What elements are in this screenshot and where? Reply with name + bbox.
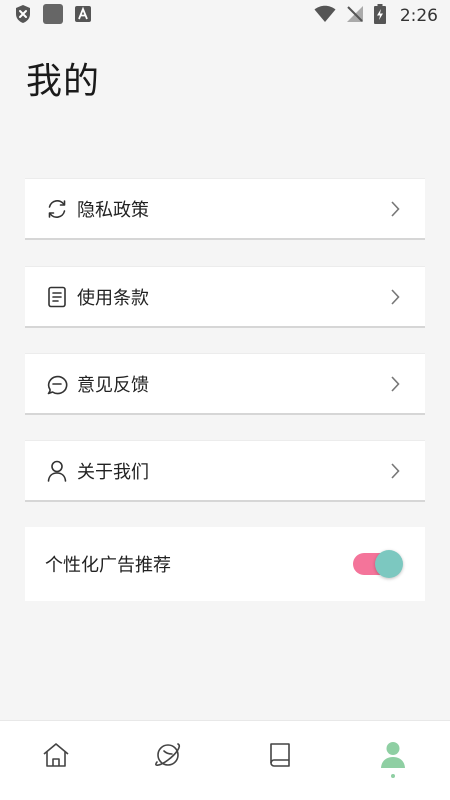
toggle-thumb (375, 550, 403, 578)
page-title: 我的 (26, 61, 101, 102)
document-icon (45, 285, 69, 309)
book-icon (268, 741, 292, 773)
battery-charging-icon (373, 4, 386, 28)
chat-bubble-icon (45, 372, 69, 396)
wifi-icon (314, 5, 336, 27)
status-bar: 2:26 (0, 0, 450, 32)
nav-library[interactable] (260, 737, 300, 777)
chevron-right-icon (387, 288, 403, 306)
planet-icon (154, 741, 182, 773)
bottom-nav (0, 720, 450, 800)
active-tab-indicator (391, 774, 395, 778)
menu-item-privacy-policy[interactable]: 隐私政策 (25, 178, 425, 240)
menu-item-label: 关于我们 (77, 461, 149, 483)
person-icon (380, 741, 406, 773)
nav-explore[interactable] (148, 737, 188, 777)
personalized-ads-toggle[interactable] (353, 550, 403, 578)
menu-item-label: 使用条款 (77, 287, 149, 309)
menu-item-feedback[interactable]: 意见反馈 (25, 353, 425, 415)
status-left (14, 3, 92, 29)
refresh-icon (45, 197, 69, 221)
home-icon (42, 742, 70, 772)
menu-item-terms-of-use[interactable]: 使用条款 (25, 266, 425, 328)
shield-x-icon (14, 4, 32, 28)
person-icon (45, 459, 69, 483)
personalized-ads-label: 个性化广告推荐 (45, 555, 171, 576)
menu-item-label: 隐私政策 (77, 199, 149, 221)
app-square-icon (42, 3, 64, 29)
no-signal-icon (346, 5, 364, 27)
chevron-right-icon (387, 375, 403, 393)
font-a-icon (74, 5, 92, 27)
status-time: 2:26 (399, 6, 438, 26)
menu-item-about-us[interactable]: 关于我们 (25, 440, 425, 502)
chevron-right-icon (387, 200, 403, 218)
menu-item-label: 意见反馈 (77, 374, 149, 396)
nav-home[interactable] (36, 737, 76, 777)
status-right: 2:26 (314, 4, 438, 28)
nav-profile[interactable] (373, 737, 413, 777)
personalized-ads-row: 个性化广告推荐 (25, 527, 425, 601)
chevron-right-icon (387, 462, 403, 480)
